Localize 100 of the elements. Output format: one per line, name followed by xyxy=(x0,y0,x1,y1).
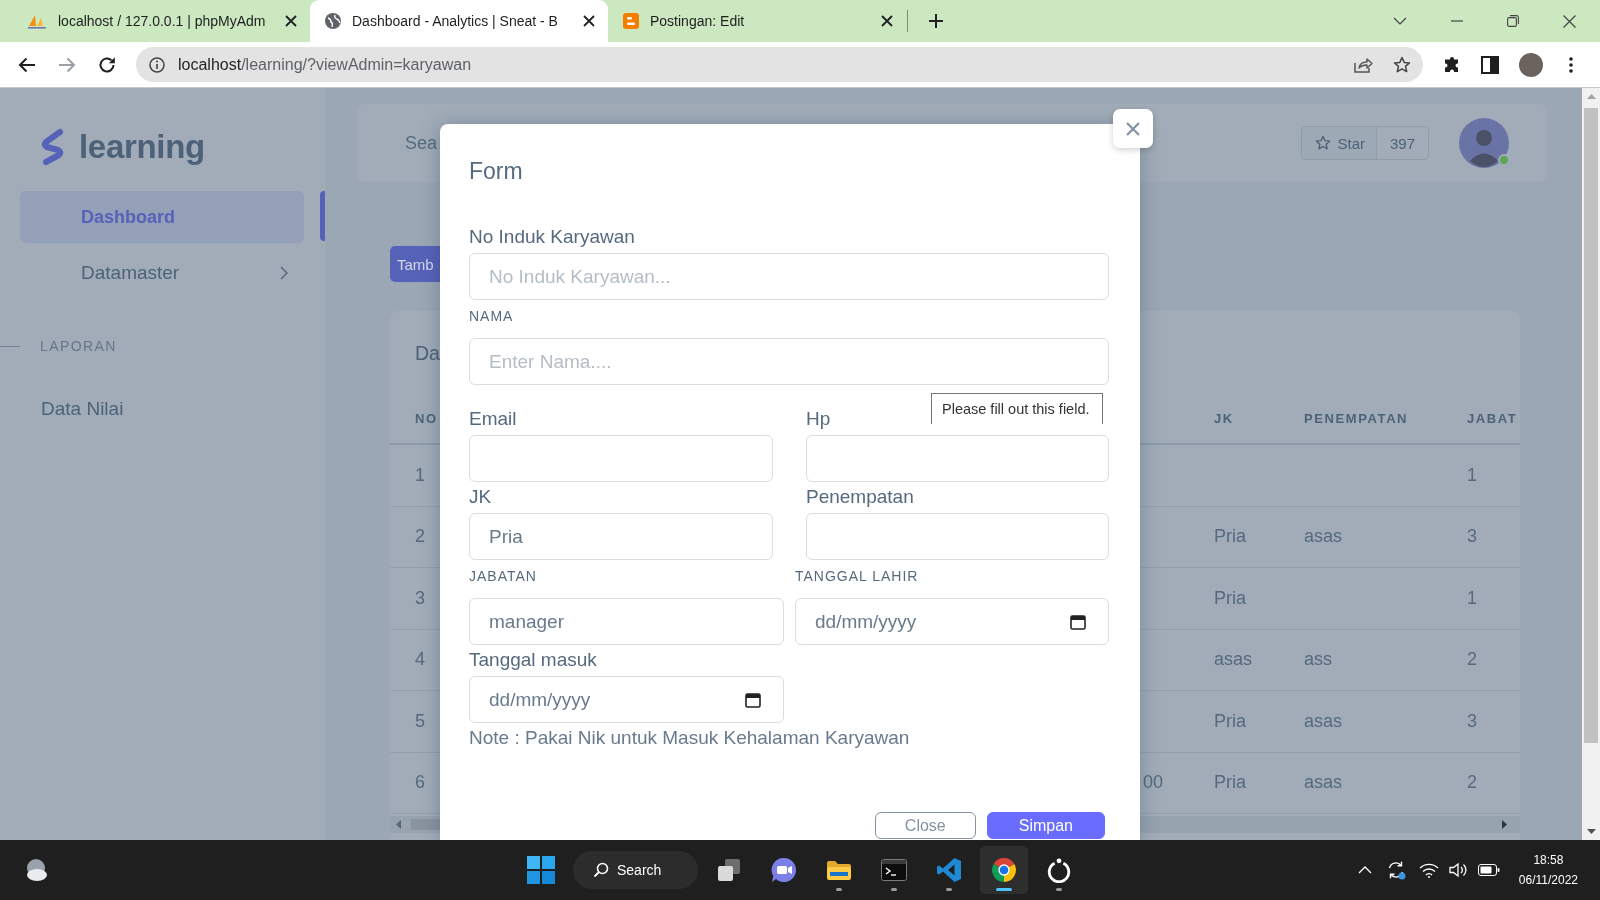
table-cell: Pria xyxy=(1214,710,1246,732)
table-cell: Pria xyxy=(1214,587,1246,609)
puzzle-icon[interactable] xyxy=(1443,55,1461,74)
calendar-icon[interactable] xyxy=(745,691,761,708)
table-cell: 2 xyxy=(415,526,425,548)
chevron-right-icon xyxy=(280,266,288,280)
scroll-down-icon[interactable] xyxy=(1586,829,1596,834)
avatar-icon[interactable] xyxy=(1519,52,1543,77)
sidebar-item[interactable]: Datamaster xyxy=(20,247,304,299)
field-label: Tanggal masuk xyxy=(469,648,597,672)
taskbar-search-button[interactable]: Search xyxy=(573,851,698,889)
star-icon xyxy=(1315,135,1332,151)
field-label: JK xyxy=(469,485,492,509)
running-dash-icon xyxy=(836,888,842,891)
section-title: LAPORAN xyxy=(40,338,117,354)
tiles-icon[interactable] xyxy=(527,856,555,884)
chevron-up-icon[interactable] xyxy=(1357,866,1372,874)
wifi-icon[interactable] xyxy=(1418,862,1439,878)
validation-tooltip: Please fill out this field. xyxy=(931,393,1103,424)
column-header: JK xyxy=(1214,410,1234,426)
table-cell: asas xyxy=(1304,772,1343,794)
speaker-icon[interactable] xyxy=(1448,862,1469,878)
text-field[interactable]: Pria xyxy=(469,513,773,560)
ring-icon xyxy=(1046,857,1072,883)
add-button[interactable]: Tamb xyxy=(390,246,440,282)
text-field[interactable] xyxy=(469,435,773,482)
info-icon[interactable] xyxy=(149,56,165,73)
sidebar-item[interactable]: Data Nilai xyxy=(20,383,304,435)
side-panel-icon[interactable] xyxy=(1481,55,1499,74)
browser-tab[interactable]: Postingan: Edit xyxy=(608,0,906,42)
restore-icon[interactable] xyxy=(1507,15,1519,27)
camera-bubble-icon xyxy=(771,857,797,883)
scroll-right-icon[interactable] xyxy=(1502,820,1507,829)
table-cell: 4 xyxy=(415,649,425,671)
running-dash-icon xyxy=(891,888,897,891)
scrollbar-thumb[interactable] xyxy=(1584,108,1598,743)
date-field[interactable]: dd/mm/yyyy xyxy=(795,598,1109,645)
clock-time[interactable]: 18:58 xyxy=(1533,850,1564,870)
calendar-icon[interactable] xyxy=(1070,613,1086,630)
field-label: Email xyxy=(469,407,517,431)
search-icon xyxy=(593,862,609,878)
column-header: NO xyxy=(415,410,438,426)
battery-icon[interactable] xyxy=(1477,864,1500,876)
plus-icon[interactable] xyxy=(928,13,944,29)
logo-icon xyxy=(39,128,66,166)
taskbar-app-button[interactable] xyxy=(980,846,1028,894)
scrollbar-thumb[interactable] xyxy=(411,819,440,830)
close-icon[interactable] xyxy=(881,15,893,27)
table-cell: 1 xyxy=(415,464,425,486)
table-cell: 1 xyxy=(1467,464,1477,486)
close-icon[interactable] xyxy=(1563,14,1576,28)
column-header: JABAT xyxy=(1467,410,1518,426)
date-field[interactable]: dd/mm/yyyy xyxy=(469,676,784,723)
back-arrow-icon[interactable] xyxy=(18,55,36,74)
clock-date[interactable]: 06/11/2022 xyxy=(1518,870,1578,890)
card-title: Da xyxy=(415,341,440,366)
field-label: No Induk Karyawan xyxy=(469,225,635,249)
sail-logo-icon xyxy=(27,13,47,29)
text-field[interactable]: Enter Nama.... xyxy=(469,338,1109,385)
share-icon[interactable] xyxy=(1353,55,1373,74)
menu-icon[interactable] xyxy=(1569,56,1573,73)
column-header: PENEMPATAN xyxy=(1304,410,1409,426)
table-cell: Pria xyxy=(1214,526,1246,548)
address-bar[interactable]: localhost/learning/?viewAdmin=karyawan xyxy=(136,47,1423,82)
close-button[interactable]: Close xyxy=(874,812,976,839)
scrollbar-track[interactable] xyxy=(1582,88,1600,840)
avatar-icon[interactable] xyxy=(1459,118,1509,168)
table-cell: 5 xyxy=(415,710,425,732)
square-logo-icon xyxy=(623,13,639,29)
running-dash-icon xyxy=(946,888,952,891)
table-cell: 3 xyxy=(1467,526,1477,548)
status-dot-icon xyxy=(1498,154,1510,166)
field-label: TANGGAL LAHIR xyxy=(795,567,919,585)
close-icon[interactable] xyxy=(583,15,595,27)
save-button[interactable]: Simpan xyxy=(986,812,1105,839)
browser-tab[interactable]: Dashboard - Analytics | Sneat - B xyxy=(310,0,608,42)
chevron-down-icon[interactable] xyxy=(1393,17,1407,25)
close-icon[interactable] xyxy=(285,15,297,27)
text-field[interactable] xyxy=(806,513,1109,560)
globe-icon xyxy=(325,13,341,29)
round-logo-icon xyxy=(991,857,1017,883)
browser-tab[interactable]: localhost / 127.0.0.1 | phpMyAdm xyxy=(12,0,310,42)
table-cell: Pria xyxy=(1214,772,1246,794)
text-field[interactable]: manager xyxy=(469,598,784,645)
reload-icon[interactable] xyxy=(98,55,116,74)
text-field[interactable] xyxy=(806,435,1109,482)
table-cell: asas xyxy=(1304,526,1343,548)
stacked-squares-icon xyxy=(716,857,742,883)
navbar-query-field[interactable]: Sea xyxy=(405,132,439,154)
table-cell: 6 xyxy=(415,772,425,794)
table-cell: asas xyxy=(1304,710,1343,732)
close-icon xyxy=(1125,120,1141,137)
forward-arrow-icon[interactable] xyxy=(58,55,76,74)
close-button[interactable] xyxy=(1113,109,1153,148)
table-cell-text: 00 xyxy=(1142,772,1164,794)
note-text: Note : Pakai Nik untuk Masuk Kehalaman Karyawan xyxy=(469,726,910,750)
running-dash-icon xyxy=(996,888,1012,891)
field-label: Hp xyxy=(806,407,831,431)
text-field[interactable]: No Induk Karyawan... xyxy=(469,253,1109,300)
bookmark-star-icon[interactable] xyxy=(1393,55,1411,74)
